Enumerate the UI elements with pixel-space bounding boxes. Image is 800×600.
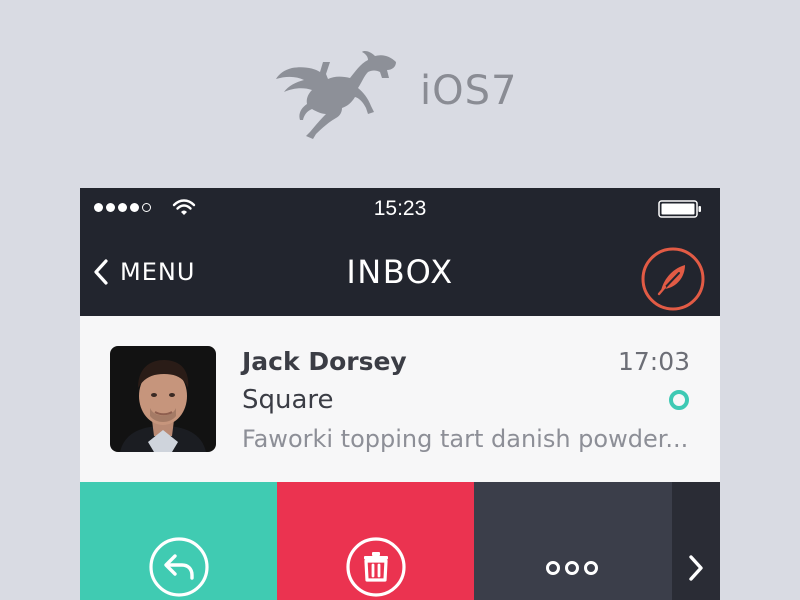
message-list-item[interactable]: Jack Dorsey 17:03 Square Faworki topping… [80,316,720,482]
pegasus-icon [276,51,396,139]
compose-button[interactable] [641,247,705,311]
message-subject: Square [242,385,334,415]
reply-icon [149,537,209,597]
message-preview: Faworki topping tart danish powder... [242,425,689,453]
status-time: 15:23 [373,197,427,220]
feather-icon [657,265,685,296]
top-bar: 15:23 MENU INBOX [80,188,720,316]
unread-indicator-icon [669,390,689,410]
more-button[interactable] [474,482,672,600]
battery-icon [658,200,701,218]
next-button[interactable] [672,482,720,600]
brand-header: iOS7 [0,0,800,188]
delete-button[interactable] [277,482,474,600]
swipe-actions [80,482,720,600]
avatar [110,346,216,452]
more-icon [546,561,598,575]
phone-screen: 15:23 MENU INBOX Jack Dorsey 17:03 Squar… [80,188,720,600]
reply-button[interactable] [80,482,277,600]
message-sender: Jack Dorsey [242,347,407,376]
message-time: 17:03 [617,347,690,376]
page-title: INBOX [346,253,454,291]
trash-icon [346,537,406,597]
nav-bar: MENU INBOX [80,230,720,316]
chevron-right-icon [689,555,703,581]
brand-text: iOS7 [420,68,518,114]
status-bar: 15:23 [80,188,720,230]
